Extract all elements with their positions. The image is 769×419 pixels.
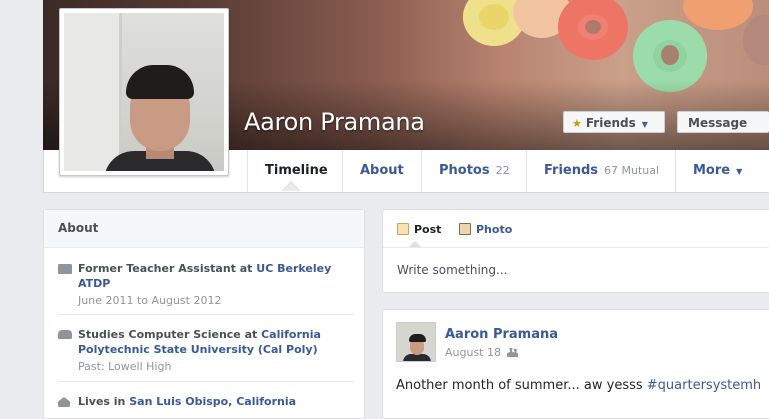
tab-friends[interactable]: Friends 67 Mutual bbox=[526, 150, 676, 192]
tab-label: More bbox=[693, 163, 731, 178]
post-text: Another month of summer... aw yesss #qua… bbox=[396, 378, 761, 393]
avatar-background-door bbox=[64, 13, 122, 171]
avatar bbox=[64, 13, 224, 171]
friends-button[interactable]: ★ Friends ▼ bbox=[563, 111, 665, 133]
about-card: About Former Teacher Assistant at UC Ber… bbox=[43, 209, 365, 419]
tab-label: Friends bbox=[544, 163, 599, 178]
avatar-hair bbox=[409, 334, 426, 342]
divider bbox=[58, 381, 354, 382]
composer-tab-photo[interactable]: Photo bbox=[459, 223, 512, 236]
post-body: Another month of summer... aw yesss bbox=[396, 378, 647, 393]
friends-button-label: Friends bbox=[585, 116, 636, 130]
composer-input[interactable] bbox=[397, 263, 757, 277]
star-icon: ★ bbox=[572, 117, 582, 130]
chevron-down-icon: ▼ bbox=[736, 167, 743, 176]
about-item-prefix: Former Teacher Assistant at bbox=[78, 262, 257, 275]
school-icon bbox=[58, 330, 72, 339]
post-composer: Post Photo bbox=[382, 209, 769, 293]
chevron-down-icon: ▼ bbox=[641, 120, 648, 129]
post-hashtag[interactable]: #quartersystemh bbox=[647, 378, 761, 393]
about-item-prefix: Studies Computer Science at bbox=[78, 328, 262, 341]
composer-tab-label: Post bbox=[414, 223, 442, 236]
tab-photos[interactable]: Photos 22 bbox=[421, 150, 527, 192]
avatar-shirt bbox=[403, 354, 431, 361]
profile-picture[interactable] bbox=[59, 8, 229, 176]
divider bbox=[383, 247, 769, 248]
post-date-text[interactable]: August 18 bbox=[445, 346, 501, 359]
about-item-work: Former Teacher Assistant at UC Berkeley … bbox=[58, 261, 354, 307]
message-button[interactable]: Message bbox=[677, 111, 769, 133]
tab-count: 22 bbox=[495, 164, 510, 177]
post-author-name[interactable]: Aaron Pramana bbox=[445, 327, 558, 342]
tab-label: Photos bbox=[439, 163, 490, 178]
timeline-post: Aaron Pramana August 18 Another month of… bbox=[382, 309, 769, 419]
cover-cereal-hole bbox=[585, 20, 601, 34]
about-item-education: Studies Computer Science at California P… bbox=[58, 327, 354, 373]
photo-icon bbox=[459, 223, 471, 235]
cover-cereal-hole bbox=[661, 45, 679, 65]
home-icon bbox=[58, 397, 70, 407]
tab-more[interactable]: More ▼ bbox=[675, 150, 759, 192]
active-tab-pointer-fill bbox=[283, 182, 299, 191]
briefcase-icon bbox=[58, 264, 72, 274]
about-item-text: Studies Computer Science at California P… bbox=[78, 327, 354, 357]
composer-tab-pointer bbox=[409, 241, 421, 247]
post-date: August 18 bbox=[445, 346, 518, 359]
about-card-title[interactable]: About bbox=[44, 210, 364, 248]
about-item-text: Lives in San Luis Obispo, California bbox=[78, 394, 354, 409]
about-item-home: Lives in San Luis Obispo, California bbox=[58, 394, 354, 409]
composer-tab-post[interactable]: Post bbox=[397, 223, 441, 236]
divider bbox=[58, 314, 354, 315]
avatar-hair bbox=[126, 65, 194, 99]
tab-label: Timeline bbox=[265, 163, 328, 178]
post-author-avatar[interactable] bbox=[396, 322, 436, 362]
post-icon bbox=[397, 223, 409, 235]
about-item-link[interactable]: San Luis Obispo, California bbox=[129, 395, 296, 408]
profile-name[interactable]: Aaron Pramana bbox=[244, 108, 425, 136]
friends-audience-icon[interactable] bbox=[507, 348, 518, 357]
message-button-label: Message bbox=[688, 116, 748, 130]
about-item-sub: June 2011 to August 2012 bbox=[78, 294, 222, 307]
about-item-prefix: Lives in bbox=[78, 395, 130, 408]
composer-tab-label: Photo bbox=[476, 223, 513, 236]
tab-count: 67 Mutual bbox=[604, 164, 660, 177]
about-item-sub: Past: Lowell High bbox=[78, 360, 172, 373]
cover-cereal bbox=[683, 0, 753, 30]
tab-about[interactable]: About bbox=[342, 150, 421, 192]
about-item-text: Former Teacher Assistant at UC Berkeley … bbox=[78, 261, 354, 291]
cover-cereal bbox=[743, 15, 769, 65]
tab-label: About bbox=[360, 163, 404, 178]
